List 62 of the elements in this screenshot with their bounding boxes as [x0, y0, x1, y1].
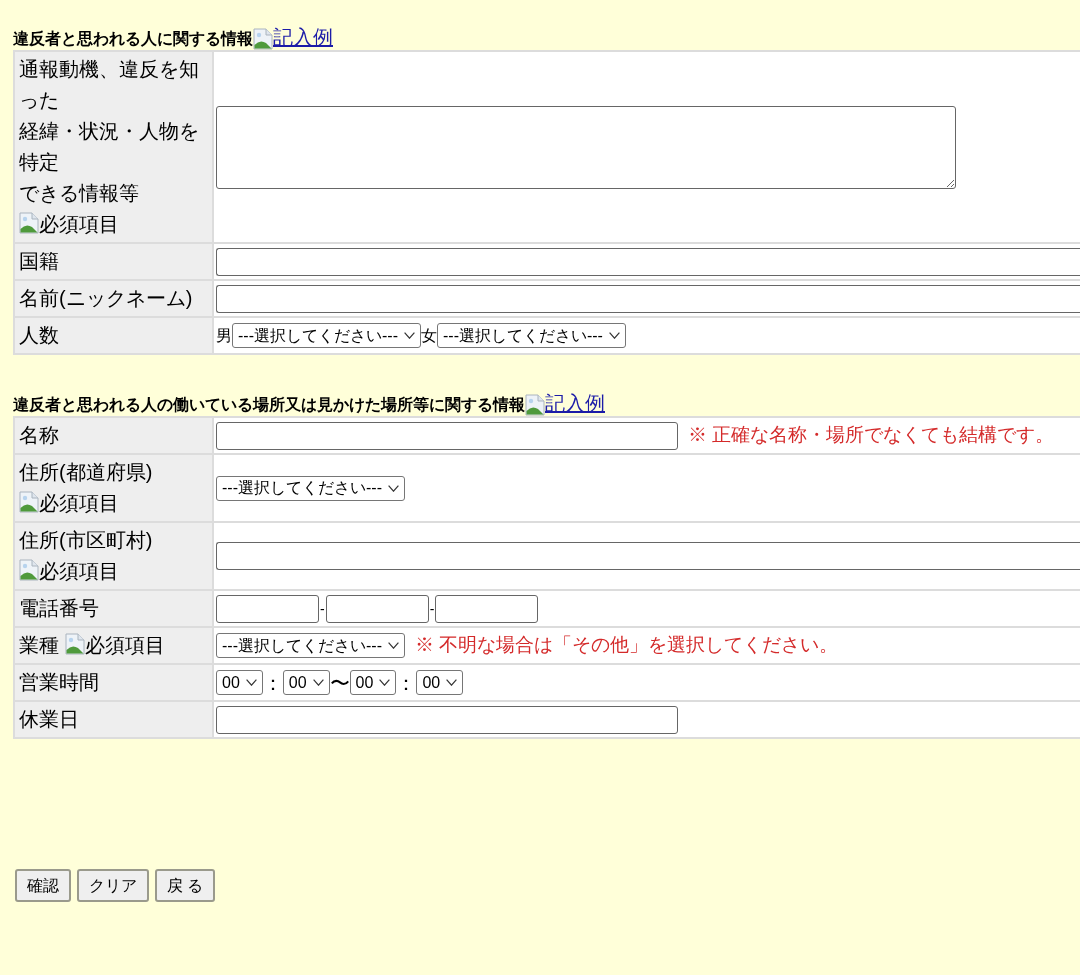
field-label: 名称: [19, 424, 59, 446]
field-label: 電話番号: [19, 597, 99, 619]
field-label: 営業時間: [19, 671, 99, 693]
image-icon: [525, 394, 545, 416]
text-input[interactable]: [216, 705, 678, 734]
field-label: 休業日: [19, 708, 79, 730]
count-label: 女: [420, 327, 437, 344]
select-dropdown[interactable]: 00: [216, 670, 263, 695]
separator-text: -: [319, 601, 326, 616]
chevron-down-icon: [446, 679, 458, 686]
text-area[interactable]: [216, 105, 956, 189]
required-label: 必須項目: [84, 634, 165, 656]
text-input[interactable]: [216, 284, 1080, 313]
chevron-down-icon: [387, 642, 399, 649]
note-text: ※ 正確な名称・場所でなくても結構です。: [688, 423, 1055, 448]
field-label: 業種: [19, 634, 59, 656]
text-input[interactable]: [216, 247, 1080, 276]
text-input[interactable]: [216, 542, 1080, 570]
required-label: 必須項目: [39, 560, 119, 582]
image-icon: [253, 28, 273, 50]
chevron-down-icon: [379, 679, 391, 686]
chevron-down-icon: [403, 332, 415, 339]
field-label: 住所(都道府県): [19, 461, 153, 483]
example-link[interactable]: 記入例: [273, 24, 333, 50]
section-heading: 違反者と思われる人の働いている場所又は見かけた場所等に関する情報: [13, 395, 525, 415]
text-input[interactable]: [435, 594, 539, 623]
text-input[interactable]: [325, 594, 429, 623]
select-dropdown[interactable]: 00: [416, 670, 464, 695]
image-icon: [64, 633, 85, 655]
field-label: 住所(市区町村): [19, 529, 153, 551]
select-dropdown[interactable]: 00: [349, 670, 397, 695]
back-button[interactable]: 戻 る: [155, 869, 216, 902]
required-label: 必須項目: [39, 213, 119, 235]
image-icon: [19, 491, 39, 513]
chevron-down-icon: [245, 679, 257, 686]
text-input[interactable]: [216, 421, 678, 450]
chevron-down-icon: [608, 332, 620, 339]
separator-text: 〜: [329, 672, 350, 693]
field-label: 名前(ニックネーム): [19, 287, 193, 309]
section-heading: 違反者と思われる人に関する情報: [13, 29, 253, 49]
note-text: ※ 不明な場合は「その他」を選択してください。: [414, 633, 839, 658]
select-dropdown[interactable]: ---選択してください---: [216, 633, 405, 658]
separator-text: ：: [262, 672, 283, 693]
chevron-down-icon: [387, 484, 399, 492]
example-link[interactable]: 記入例: [545, 390, 605, 416]
select-dropdown[interactable]: ---選択してください---: [216, 475, 405, 501]
clear-button[interactable]: クリア: [77, 869, 149, 902]
chevron-down-icon: [312, 679, 324, 686]
field-label: 国籍: [19, 250, 59, 272]
confirm-button[interactable]: 確認: [15, 869, 71, 902]
image-icon: [19, 212, 39, 234]
field-label: 通報動機、違反を知った 経緯・状況・人物を特定 できる情報等: [19, 58, 199, 204]
image-icon: [19, 559, 39, 581]
required-label: 必須項目: [39, 492, 119, 514]
text-input[interactable]: [216, 594, 319, 623]
count-label: 男: [216, 327, 232, 344]
field-label: 人数: [19, 324, 59, 346]
separator-text: ：: [396, 672, 417, 693]
select-dropdown[interactable]: ---選択してください---: [232, 323, 421, 348]
separator-text: -: [428, 601, 436, 616]
select-dropdown[interactable]: ---選択してください---: [436, 323, 626, 348]
select-dropdown[interactable]: 00: [282, 670, 330, 695]
